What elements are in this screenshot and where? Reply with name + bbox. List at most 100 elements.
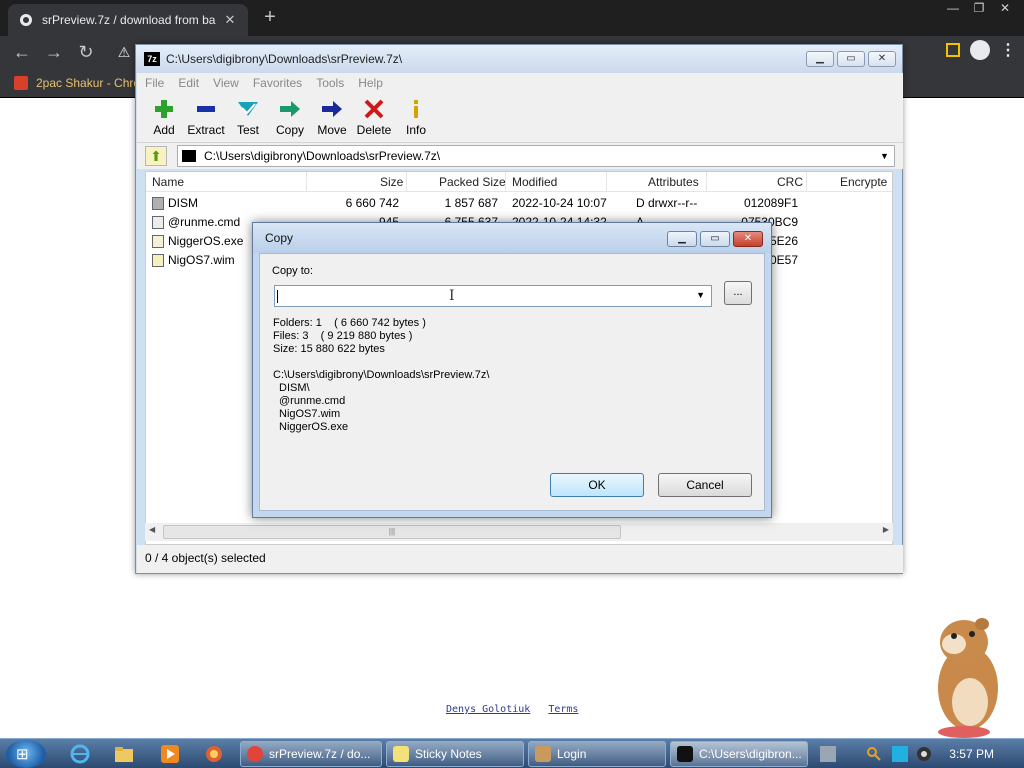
copy-button[interactable]: Copy [269,93,311,141]
menu-view[interactable]: View [213,76,239,90]
column-attributes[interactable]: Attributes [648,175,699,189]
sevenzip-toolbar: Add Extract Test Copy Move Delete Info [137,93,903,143]
column-divider[interactable] [306,172,307,192]
menu-tools[interactable]: Tools [316,76,344,90]
profile-avatar-icon[interactable] [970,40,990,60]
task-label: C:\Users\digibron... [699,747,802,761]
menu-file[interactable]: File [145,76,164,90]
bookmark-item[interactable]: 2pac Shakur - Chro [14,76,140,90]
add-label: Add [153,123,175,137]
warning-icon[interactable]: ⚠ [112,41,136,65]
column-packed-size[interactable]: Packed Size [439,175,506,189]
scroll-left-icon[interactable]: ◀ [149,525,155,534]
menu-help[interactable]: Help [358,76,383,90]
move-button[interactable]: Move [311,93,353,141]
media-player-icon[interactable] [156,742,184,766]
chevron-down-icon[interactable]: ▼ [696,290,705,300]
column-divider[interactable] [505,172,506,192]
footer-link-terms[interactable]: Terms [548,704,578,715]
app-pinned-icon[interactable] [200,742,228,766]
horizontal-scrollbar[interactable]: ◀ ||| ▶ [145,523,893,541]
start-button[interactable]: ⊞ [6,740,46,768]
item-modified: 2022-10-24 10:07 [512,196,607,210]
mouse-ibeam-cursor-icon: I [449,288,455,304]
extract-button[interactable]: Extract [185,93,227,141]
column-divider[interactable] [706,172,707,192]
move-label: Move [317,123,347,137]
exe-file-icon [152,235,164,248]
info-button[interactable]: Info [395,93,437,141]
folder-icon [152,197,164,210]
browser-tab[interactable]: srPreview.7z / download from ba ✕ [8,4,248,36]
taskbar-clock[interactable]: 3:57 PM [949,747,994,761]
column-crc[interactable]: CRC [777,175,803,189]
forward-arrow-icon[interactable]: → [42,41,66,65]
menu-edit[interactable]: Edit [178,76,199,90]
tab-title: srPreview.7z / download from ba [42,13,216,27]
test-button[interactable]: Test [227,93,269,141]
menu-dots-icon[interactable]: ⋮ [1000,40,1016,60]
cancel-button[interactable]: Cancel [658,473,752,497]
minimize-icon[interactable]: ▁ [667,231,697,247]
scroll-right-icon[interactable]: ▶ [883,525,889,534]
reload-icon[interactable]: ↻ [74,41,98,65]
close-icon[interactable]: ✕ [994,0,1016,18]
footer-link-author[interactable]: Denys Golotiuk [446,704,530,715]
taskbar-task-7zip[interactable]: C:\Users\digibron... [670,741,808,767]
chrome-icon [247,746,263,762]
ok-button[interactable]: OK [550,473,644,497]
add-button[interactable]: Add [143,93,185,141]
info-label: Info [405,123,426,137]
move-arrow-icon [321,98,343,120]
back-arrow-icon[interactable]: ← [10,41,34,65]
path-combobox[interactable]: C:\Users\digibrony\Downloads\srPreview.7… [177,145,895,167]
task-label: Login [557,747,587,761]
tab-close-icon[interactable]: ✕ [222,12,238,28]
column-divider[interactable] [606,172,607,192]
column-divider[interactable] [806,172,807,192]
scrollbar-thumb[interactable]: ||| [163,525,621,539]
taskbar-task-login[interactable]: Login [528,741,666,767]
list-item[interactable]: DISM 6 660 742 1 857 687 2022-10-24 10:0… [146,194,892,213]
tray-app-icon[interactable] [820,746,836,762]
browse-button[interactable]: ... [724,281,752,305]
sevenzip-title: C:\Users\digibrony\Downloads\srPreview.7… [166,52,403,66]
up-folder-icon[interactable]: ⬆ [145,146,167,166]
internet-explorer-icon[interactable] [66,742,94,766]
column-encrypted[interactable]: Encrypte [840,175,887,189]
minimize-icon[interactable]: ▁ [806,51,834,67]
copy-label: Copy [275,123,304,137]
new-tab-button[interactable]: + [258,6,282,30]
close-icon[interactable]: ✕ [733,231,763,247]
maximize-icon[interactable]: ▭ [837,51,865,67]
tray-display-icon[interactable] [892,746,908,762]
column-divider[interactable] [406,172,407,192]
tray-search-icon[interactable] [866,746,882,762]
source-item: NigOS7.wim [279,408,341,420]
taskbar: ⊞ srPreview.7z / do... Sticky Notes Logi… [0,738,1024,768]
sevenzip-titlebar[interactable]: 7z C:\Users\digibrony\Downloads\srPrevie… [136,45,902,73]
restore-icon[interactable]: ❐ [968,0,990,18]
close-icon[interactable]: ✕ [868,51,896,67]
copy-to-input[interactable]: I ▼ [274,285,712,307]
copy-dialog-titlebar[interactable]: Copy ▁ ▭ ✕ [253,223,771,253]
minimize-icon[interactable]: — [942,0,964,18]
column-size[interactable]: Size [380,175,403,189]
delete-x-icon [364,98,384,120]
tray-volume-icon[interactable] [916,746,932,762]
list-header: Name Size Packed Size Modified Attribute… [146,172,892,192]
delete-button[interactable]: Delete [353,93,395,141]
item-packed-size: 1 857 687 [444,196,498,210]
taskbar-task-chrome[interactable]: srPreview.7z / do... [240,741,382,767]
file-explorer-icon[interactable] [110,742,138,766]
column-modified[interactable]: Modified [512,175,557,189]
chevron-down-icon[interactable]: ▼ [880,151,894,161]
folders-info: Folders: 1 ( 6 660 742 bytes ) [273,317,426,329]
maximize-icon[interactable]: ▭ [700,231,730,247]
extension-icon[interactable] [946,43,960,57]
menu-favorites[interactable]: Favorites [253,76,302,90]
bookmark-favicon-icon [14,76,28,90]
column-name[interactable]: Name [152,175,184,189]
taskbar-task-sticky-notes[interactable]: Sticky Notes [386,741,524,767]
copy-dialog-body: Copy to: I ▼ ... Folders: 1 ( 6 660 742 … [259,253,765,511]
